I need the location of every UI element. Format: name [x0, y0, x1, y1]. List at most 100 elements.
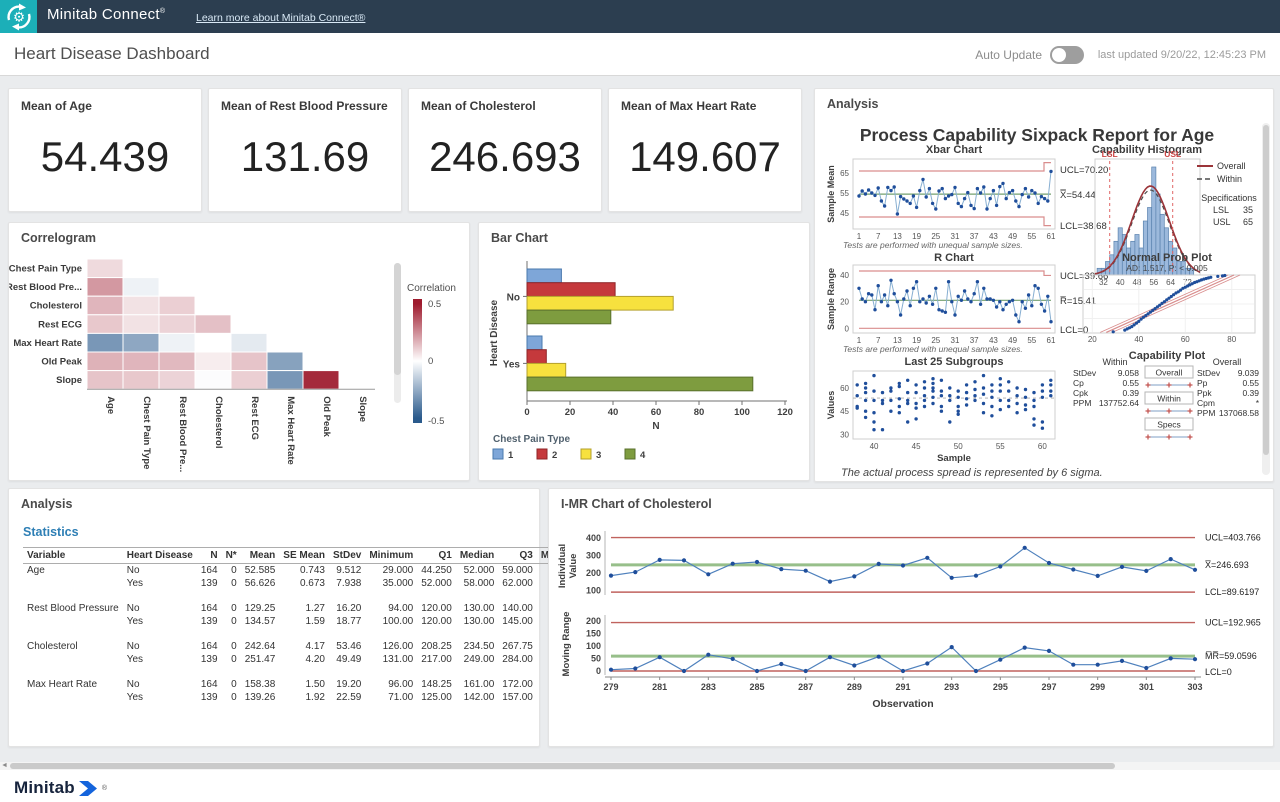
svg-text:48: 48	[1133, 278, 1142, 287]
column-header: Q1	[417, 548, 456, 564]
svg-text:Yes: Yes	[503, 360, 521, 371]
svg-text:20: 20	[1088, 335, 1097, 344]
svg-text:120: 120	[777, 407, 793, 418]
svg-text:0: 0	[524, 407, 529, 418]
moving-range-chart: 050100150200UCL=192.965M̅R̅=59.0596LCL=0…	[561, 612, 1261, 677]
panel-title: I-MR Chart of Cholesterol	[561, 497, 712, 511]
svg-text:283: 283	[701, 682, 716, 692]
svg-text:60: 60	[651, 407, 662, 418]
svg-text:Rest ECG: Rest ECG	[38, 319, 82, 330]
svg-text:400: 400	[586, 533, 601, 543]
learn-more-link[interactable]: Learn more about Minitab Connect®	[196, 12, 365, 24]
svg-text:Old Peak: Old Peak	[321, 396, 332, 437]
svg-text:Sample Mean: Sample Mean	[826, 165, 836, 223]
svg-text:301: 301	[1139, 682, 1154, 692]
svg-text:Slope: Slope	[56, 375, 82, 386]
svg-text:Within: Within	[1157, 394, 1181, 404]
individual-value-chart: 100200300400UCL=403.766X̅=246.693LCL=89.…	[557, 531, 1261, 597]
svg-text:USL: USL	[1164, 149, 1181, 159]
card-title: Mean of Rest Blood Pressure	[221, 99, 388, 113]
table-row: Max Heart RateNo1640158.381.5019.2096.00…	[23, 678, 591, 691]
svg-text:2: 2	[552, 450, 557, 461]
card-value: 54.439	[9, 133, 201, 181]
sixpack-analysis-panel: Process Capability Sixpack Report for Ag…	[814, 88, 1274, 482]
svg-text:55: 55	[996, 442, 1005, 451]
svg-text:LCL=89.6197: LCL=89.6197	[1205, 587, 1259, 597]
svg-text:9.039: 9.039	[1238, 368, 1260, 378]
svg-text:Cholesterol: Cholesterol	[30, 301, 82, 312]
svg-text:Xbar Chart: Xbar Chart	[926, 144, 983, 156]
svg-text:Overall: Overall	[1217, 161, 1246, 171]
svg-text:45: 45	[912, 442, 921, 451]
svg-text:40: 40	[1134, 335, 1143, 344]
table-row: AgeNo164052.5850.7439.51229.00044.25052.…	[23, 564, 591, 578]
svg-text:60: 60	[1181, 335, 1190, 344]
minitab-connect-dashboard: ⚙ Minitab Connect® Learn more about Mini…	[0, 0, 1280, 802]
column-header: Heart Disease	[123, 548, 197, 564]
card-value: 131.69	[209, 133, 401, 181]
svg-text:N: N	[652, 421, 659, 432]
minitab-arrow-icon	[79, 781, 98, 796]
svg-text:Cpk: Cpk	[1073, 388, 1089, 398]
svg-text:Specifications: Specifications	[1201, 193, 1257, 203]
bar-chart-panel: NoYes020406080100120NHeart DiseaseChest …	[478, 222, 810, 481]
imr-chart-panel: 100200300400UCL=403.766X̅=246.693LCL=89.…	[548, 488, 1274, 747]
svg-text:Old Peak: Old Peak	[41, 357, 82, 368]
svg-text:293: 293	[944, 682, 959, 692]
sixpack-scrollbar[interactable]	[1262, 123, 1270, 475]
svg-text:20: 20	[840, 298, 849, 307]
scrollbar-thumb[interactable]	[1263, 125, 1269, 455]
column-header: N*	[222, 548, 241, 564]
svg-text:279: 279	[603, 682, 618, 692]
correlation-legend: Correlation0.50-0.5	[407, 283, 456, 427]
svg-text:200: 200	[586, 568, 601, 578]
svg-text:Within: Within	[1102, 357, 1127, 367]
svg-text:Overall: Overall	[1213, 357, 1242, 367]
svg-text:LCL=0: LCL=0	[1205, 667, 1232, 677]
svg-text:The actual process spread is r: The actual process spread is represented…	[841, 467, 1103, 479]
toggle-knob	[1052, 48, 1066, 62]
svg-text:Max Heart Rate: Max Heart Rate	[13, 338, 82, 349]
minitab-connect-logo[interactable]: ⚙	[0, 0, 37, 33]
svg-text:Individual: Individual	[557, 544, 568, 588]
svg-text:32: 32	[1099, 278, 1108, 287]
svg-text:Capability Plot: Capability Plot	[1129, 350, 1206, 362]
svg-text:Observation: Observation	[872, 698, 933, 710]
card-value: 246.693	[409, 133, 601, 181]
svg-text:9.058: 9.058	[1118, 368, 1140, 378]
svg-text:Cholesterol: Cholesterol	[213, 396, 224, 448]
auto-update-toggle[interactable]	[1050, 46, 1084, 64]
svg-text:Chest Pain Type: Chest Pain Type	[9, 264, 82, 275]
horizontal-scrollbar[interactable]: ◄	[0, 762, 1280, 770]
footer-reg-mark: ®	[102, 785, 107, 792]
scroll-left-arrow-icon[interactable]: ◄	[1, 762, 8, 770]
svg-text:55: 55	[1027, 232, 1036, 241]
panel-title: Correlogram	[21, 231, 96, 245]
card-value: 149.607	[609, 133, 801, 181]
svg-text:AD: 1.517, P: < 0.005: AD: 1.517, P: < 0.005	[1126, 263, 1208, 273]
svg-text:297: 297	[1041, 682, 1056, 692]
svg-text:0: 0	[845, 324, 850, 333]
scrollbar-thumb[interactable]	[10, 763, 1115, 769]
last25-subgroups-chart: Last 25 Subgroups3045604045505560ValuesS…	[826, 356, 1055, 464]
svg-text:Ppk: Ppk	[1197, 388, 1212, 398]
svg-text:45: 45	[840, 407, 849, 416]
svg-text:StDev: StDev	[1073, 368, 1097, 378]
sync-gear-icon: ⚙	[4, 3, 34, 31]
panel-title: Bar Chart	[491, 231, 548, 245]
statistics-section-title: Statistics	[23, 525, 79, 539]
svg-text:80: 80	[694, 407, 705, 418]
panel-title: Analysis	[21, 497, 72, 511]
svg-text:PPM: PPM	[1073, 398, 1091, 408]
svg-text:StDev: StDev	[1197, 368, 1221, 378]
column-header: Mean	[241, 548, 280, 564]
table-row: Rest Blood PressureNo1640129.251.2716.20…	[23, 602, 591, 615]
correlogram-heatmap: Chest Pain TypeRest Blood Pre...Choleste…	[9, 259, 375, 472]
svg-text:303: 303	[1187, 682, 1202, 692]
svg-text:Slope: Slope	[357, 396, 368, 422]
svg-text:61: 61	[1047, 232, 1056, 241]
svg-text:35: 35	[1243, 205, 1253, 215]
svg-text:30: 30	[840, 430, 849, 439]
svg-text:4: 4	[640, 450, 646, 461]
svg-text:50: 50	[954, 442, 963, 451]
